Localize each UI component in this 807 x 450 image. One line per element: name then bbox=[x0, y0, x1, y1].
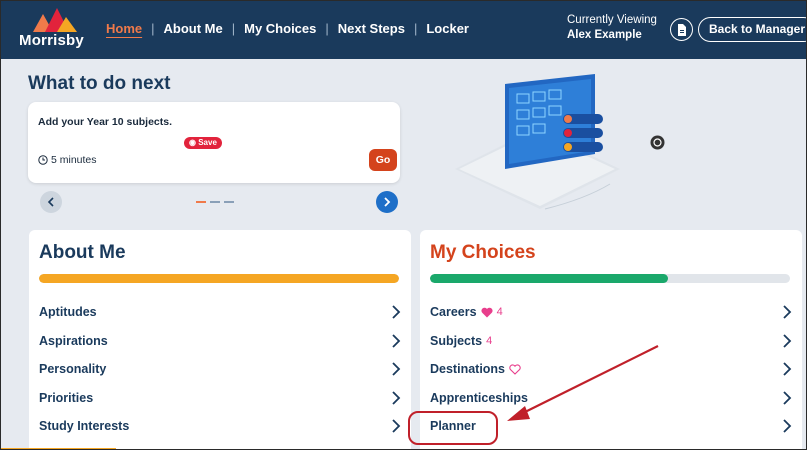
list-item-label: Destinations bbox=[430, 362, 506, 377]
laptop-illustration bbox=[455, 74, 620, 210]
nav-separator: | bbox=[325, 21, 329, 36]
viewing-name: Alex Example bbox=[567, 29, 642, 41]
chevron-right-icon bbox=[783, 419, 792, 433]
main-nav: Home | About Me | My Choices | Next Step… bbox=[106, 21, 469, 36]
list-item-label: Aptitudes bbox=[39, 305, 97, 320]
about-item-aspirations[interactable]: Aspirations bbox=[39, 327, 401, 356]
carousel-dot[interactable] bbox=[224, 201, 234, 203]
logo-mark-icon bbox=[33, 8, 77, 32]
list-item-label-group: Destinations bbox=[430, 362, 521, 376]
nav-next-steps[interactable]: Next Steps bbox=[338, 21, 405, 36]
about-item-priorities[interactable]: Priorities bbox=[39, 384, 401, 413]
app-window: Morrisby Home | About Me | My Choices | … bbox=[0, 0, 807, 450]
task-time-text: 5 minutes bbox=[51, 154, 97, 166]
chevron-right-icon bbox=[783, 334, 792, 348]
about-item-study-interests[interactable]: Study Interests bbox=[39, 412, 401, 441]
list-item-label-group: Careers 4 bbox=[430, 305, 503, 319]
list-item-label: Personality bbox=[39, 362, 107, 377]
list-item-label: Aspirations bbox=[39, 333, 108, 348]
chevron-right-icon bbox=[392, 305, 401, 319]
pin-icon: ◉ bbox=[189, 138, 196, 147]
nav-separator: | bbox=[151, 21, 155, 36]
currently-viewing: Currently Viewing Alex Example bbox=[567, 13, 657, 43]
carousel-dot[interactable] bbox=[210, 201, 220, 203]
choices-item-destinations[interactable]: Destinations bbox=[430, 355, 792, 384]
list-item-label: Subjects bbox=[430, 333, 483, 348]
what-to-do-next-section: What to do next Add your Year 10 subject… bbox=[10, 59, 801, 227]
choices-item-careers[interactable]: Careers 4 bbox=[430, 298, 792, 327]
nav-separator: | bbox=[231, 21, 236, 36]
my-choices-title: My Choices bbox=[430, 242, 536, 263]
my-choices-progress-fill bbox=[430, 274, 668, 283]
document-button[interactable] bbox=[670, 18, 693, 41]
list-item-label: Apprenticeships bbox=[430, 390, 528, 405]
my-choices-progress bbox=[430, 274, 790, 283]
list-item-label: Priorities bbox=[39, 390, 94, 405]
task-title: Add your Year 10 subjects. bbox=[38, 116, 173, 128]
carousel-next-button[interactable] bbox=[376, 191, 398, 213]
logo-text: Morrisby bbox=[19, 32, 84, 49]
heart-filled-icon bbox=[481, 307, 493, 318]
about-item-personality[interactable]: Personality bbox=[39, 355, 401, 384]
about-me-panel: About Me Aptitudes Aspirations Personali… bbox=[29, 230, 411, 449]
list-item-label-group: Subjects 4 bbox=[430, 334, 492, 348]
chevron-left-icon bbox=[47, 197, 54, 207]
choices-item-apprenticeships[interactable]: Apprenticeships bbox=[430, 384, 792, 413]
chevron-right-icon bbox=[392, 334, 401, 348]
chevron-right-icon bbox=[384, 197, 391, 207]
nav-separator: | bbox=[413, 21, 418, 36]
list-item-label: Study Interests bbox=[39, 419, 130, 434]
carousel-prev-button[interactable] bbox=[40, 191, 62, 213]
subjects-count: 4 bbox=[486, 334, 493, 347]
chevron-right-icon bbox=[783, 305, 792, 319]
viewing-label: Currently Viewing bbox=[567, 14, 657, 26]
chevron-right-icon bbox=[392, 391, 401, 405]
planner-highlight-annotation bbox=[408, 411, 498, 445]
top-nav-bar: Morrisby Home | About Me | My Choices | … bbox=[1, 1, 806, 59]
morrisby-logo[interactable]: Morrisby bbox=[19, 8, 91, 52]
chevron-right-icon bbox=[392, 362, 401, 376]
nav-my-choices[interactable]: My Choices bbox=[244, 21, 316, 36]
heart-outline-icon bbox=[509, 364, 521, 375]
chevron-right-icon bbox=[783, 362, 792, 376]
section-title: What to do next bbox=[28, 73, 171, 94]
carousel-dot[interactable] bbox=[196, 201, 206, 203]
about-item-aptitudes[interactable]: Aptitudes bbox=[39, 298, 401, 327]
about-me-progress-fill bbox=[39, 274, 399, 283]
nav-locker[interactable]: Locker bbox=[426, 21, 469, 36]
carousel-dots bbox=[196, 201, 234, 203]
refresh-icon[interactable] bbox=[650, 135, 665, 150]
chevron-right-icon bbox=[783, 391, 792, 405]
go-button[interactable]: Go bbox=[369, 149, 397, 171]
save-button[interactable]: ◉ Save bbox=[184, 137, 222, 149]
task-duration: 5 minutes bbox=[38, 154, 97, 166]
careers-count: 4 bbox=[496, 306, 503, 319]
nav-about-me[interactable]: About Me bbox=[164, 21, 223, 36]
about-me-title: About Me bbox=[39, 242, 126, 263]
task-card: Add your Year 10 subjects. ◉ Save 5 minu… bbox=[28, 102, 400, 183]
save-label: Save bbox=[198, 138, 217, 147]
chevron-right-icon bbox=[392, 419, 401, 433]
document-icon bbox=[677, 23, 686, 36]
about-me-list: Aptitudes Aspirations Personality Priori… bbox=[39, 298, 401, 441]
back-to-manager-button[interactable]: Back to Manager bbox=[698, 17, 806, 42]
list-item-label: Careers bbox=[430, 305, 477, 320]
about-me-progress bbox=[39, 274, 399, 283]
nav-home[interactable]: Home bbox=[106, 21, 142, 36]
clock-icon bbox=[38, 155, 48, 165]
choices-item-subjects[interactable]: Subjects 4 bbox=[430, 327, 792, 356]
